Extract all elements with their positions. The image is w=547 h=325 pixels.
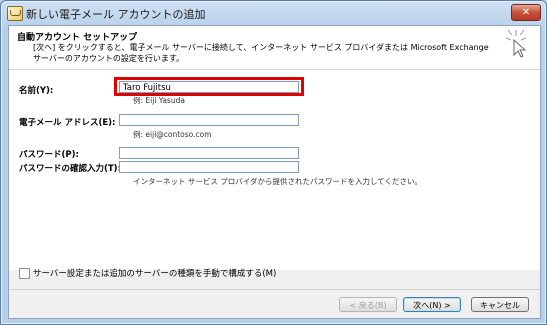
email-field[interactable] [119, 114, 299, 126]
manual-config-option[interactable]: サーバー設定または追加のサーバーの種類を手動で構成する(M) [19, 267, 276, 279]
email-example-hint: 例: eiji@contoso.com [133, 130, 212, 139]
cursor-sparkle-icon [505, 29, 527, 58]
email-label: 電子メール アドレス(E): [19, 118, 116, 128]
mail-app-icon [7, 6, 23, 21]
footer-separator [9, 289, 540, 290]
next-button[interactable]: 次へ(N) > [403, 297, 461, 312]
back-button[interactable]: < 戻る(B) [339, 297, 397, 312]
manual-config-checkbox[interactable] [19, 268, 30, 279]
dialog-client-area: 自動アカウント セットアップ [次へ] をクリックすると、電子メール サーバーに… [8, 25, 541, 319]
password-confirm-label: パスワードの確認入力(T): [19, 164, 121, 174]
password-hint: インターネット サービス プロバイダから提供されたパスワードを入力してください。 [133, 177, 423, 186]
password-confirm-field[interactable] [119, 161, 299, 173]
close-button[interactable]: ✕ [511, 4, 541, 21]
cancel-button[interactable]: キャンセル [471, 297, 529, 312]
password-field[interactable] [119, 147, 299, 159]
manual-config-label: サーバー設定または追加のサーバーの種類を手動で構成する(M) [33, 269, 277, 279]
title-bar[interactable]: 新しい電子メール アカウントの追加 ✕ [1, 1, 546, 25]
section-description: [次へ] をクリックすると、電子メール サーバーに接続して、インターネット サー… [33, 43, 489, 63]
dialog-window: 新しい電子メール アカウントの追加 ✕ 自動アカウント セットアップ [次へ] … [0, 0, 547, 325]
window-title: 新しい電子メール アカウントの追加 [26, 8, 206, 21]
name-label: 名前(Y): [19, 86, 54, 96]
name-example-hint: 例: Eiji Yasuda [133, 96, 185, 105]
password-label: パスワード(P): [19, 150, 79, 160]
header-panel: 自動アカウント セットアップ [次へ] をクリックすると、電子メール サーバーに… [9, 26, 540, 70]
name-field-highlight [114, 77, 304, 96]
form-area: 名前(Y): Taro Fujitsu 例: Eiji Yasuda 電子メール… [9, 70, 540, 270]
